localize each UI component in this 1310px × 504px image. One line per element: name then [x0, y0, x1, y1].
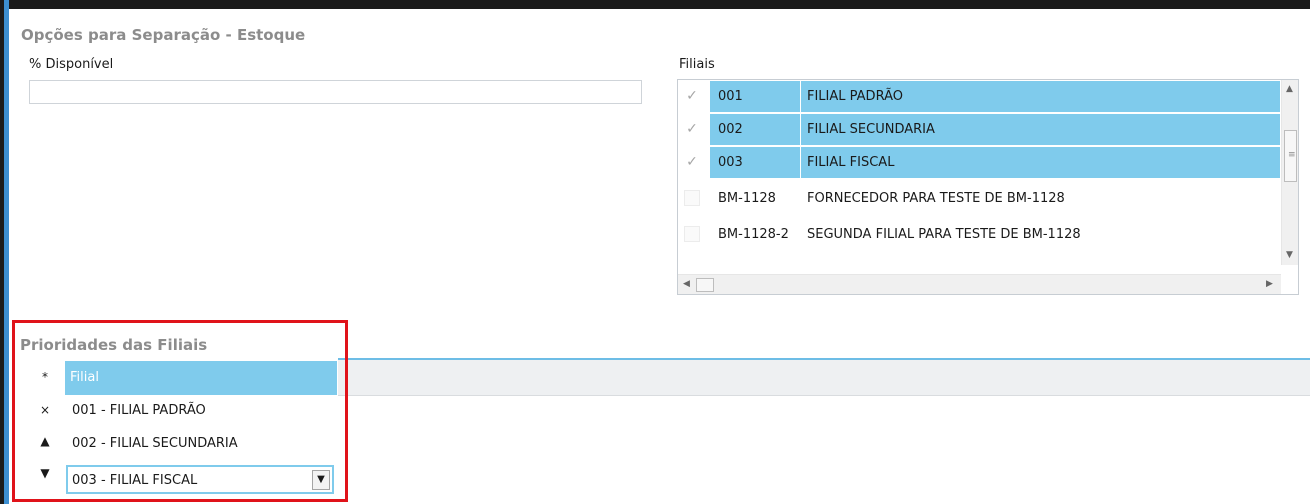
filial-name: FILIAL SECUNDARIA — [807, 122, 935, 137]
scroll-left-icon[interactable]: ◀ — [683, 279, 690, 289]
filiais-list[interactable]: ✓ 001 FILIAL PADRÃO ✓ 002 FILIAL SECUNDA… — [677, 79, 1299, 295]
window-top-border — [0, 0, 1310, 9]
filial-name: SEGUNDA FILIAL PARA TESTE DE BM-1128 — [807, 227, 1081, 242]
column-separator — [800, 114, 801, 146]
filial-row[interactable]: ✓ 002 FILIAL SECUNDARIA — [678, 113, 1280, 146]
checkbox-unchecked-icon[interactable] — [684, 226, 700, 242]
filial-name: FILIAL PADRÃO — [807, 89, 903, 104]
filial-name: FORNECEDOR PARA TESTE DE BM-1128 — [807, 191, 1065, 206]
highlight-annotation-box — [12, 320, 348, 502]
checkbox-checked-icon[interactable]: ✓ — [684, 121, 700, 137]
filial-row[interactable]: BM-1128-2 SEGUNDA FILIAL PARA TESTE DE B… — [678, 218, 1280, 251]
checkbox-unchecked-icon[interactable] — [684, 190, 700, 206]
filial-code: 003 — [718, 155, 743, 170]
row-selection-highlight — [710, 81, 1280, 113]
filial-code: 002 — [718, 122, 743, 137]
grip-icon: ≡ — [1288, 150, 1296, 160]
grid-header-strip — [338, 360, 1310, 396]
scroll-up-icon[interactable]: ▲ — [1286, 84, 1293, 94]
row-selection-highlight — [710, 147, 1280, 179]
row-selection-highlight — [710, 114, 1280, 146]
filiais-label: Filiais — [679, 57, 715, 72]
filial-code: BM-1128 — [718, 191, 776, 206]
column-separator — [800, 147, 801, 179]
filial-row[interactable]: ✓ 001 FILIAL PADRÃO — [678, 80, 1280, 113]
vertical-scroll-thumb[interactable]: ≡ — [1284, 130, 1297, 182]
filial-row[interactable]: ✓ 003 FILIAL FISCAL — [678, 146, 1280, 179]
pct-available-label: % Disponível — [29, 57, 114, 72]
filial-code: BM-1128-2 — [718, 227, 789, 242]
vertical-scrollbar[interactable]: ▲ ≡ ▼ — [1281, 80, 1298, 265]
filial-row[interactable]: BM-1128 FORNECEDOR PARA TESTE DE BM-1128 — [678, 182, 1280, 215]
scroll-right-icon[interactable]: ▶ — [1266, 279, 1273, 289]
column-separator — [800, 81, 801, 113]
scroll-down-icon[interactable]: ▼ — [1286, 250, 1293, 260]
checkbox-checked-icon[interactable]: ✓ — [684, 154, 700, 170]
window-left-accent — [4, 0, 9, 504]
checkbox-checked-icon[interactable]: ✓ — [684, 88, 700, 104]
horizontal-scrollbar[interactable]: ◀ ▶ — [678, 274, 1281, 294]
pct-available-input[interactable] — [29, 80, 642, 104]
filial-name: FILIAL FISCAL — [807, 155, 895, 170]
filial-code: 001 — [718, 89, 743, 104]
horizontal-scroll-thumb[interactable] — [696, 278, 714, 292]
stock-section-title: Opções para Separação - Estoque — [21, 26, 306, 44]
